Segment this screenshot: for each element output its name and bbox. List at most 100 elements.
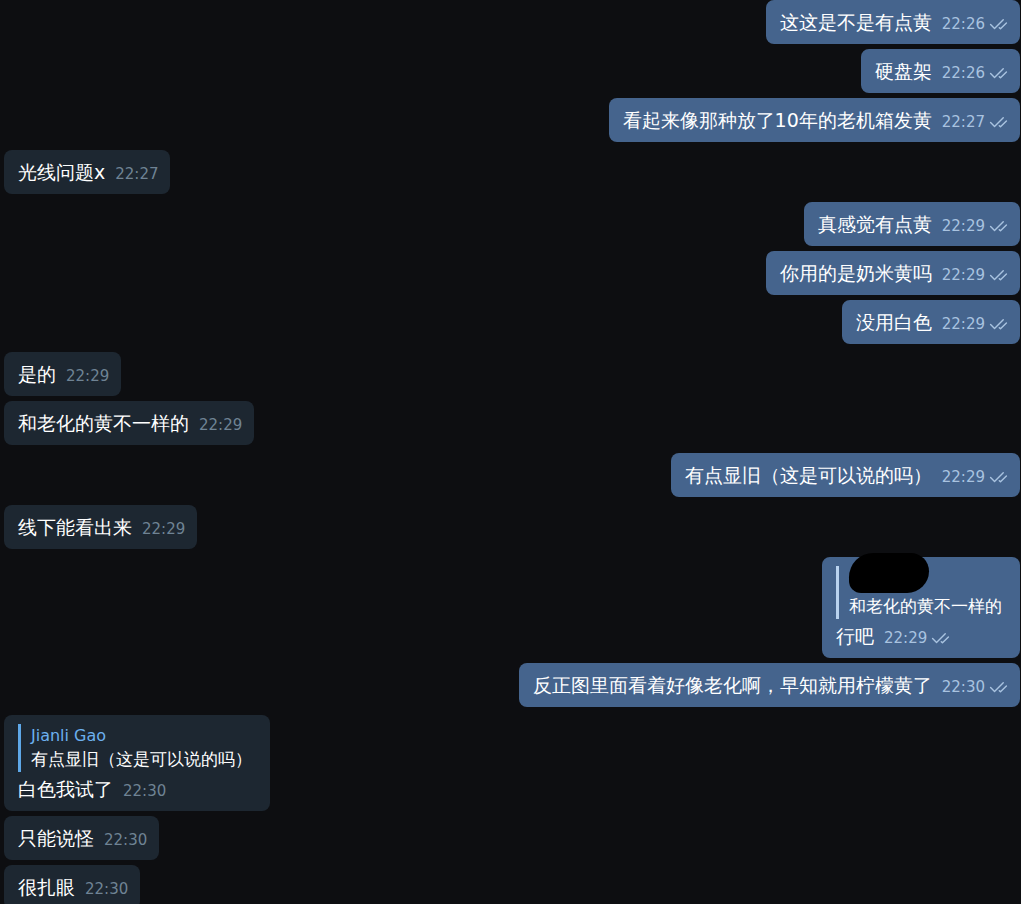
message-bubble[interactable]: 很扎眼 22:30 <box>4 865 140 904</box>
message-text: 和老化的黄不一样的 <box>18 410 189 436</box>
read-ticks-icon <box>989 217 1008 236</box>
message-time: 22:29 <box>942 467 985 487</box>
message-text: 有点显旧（这是可以说的吗） <box>685 462 932 488</box>
read-ticks-icon <box>989 15 1008 34</box>
message-meta: 22:30 <box>123 781 166 802</box>
message-bubble[interactable]: 是的 22:29 <box>4 352 121 396</box>
message-time: 22:30 <box>123 781 166 801</box>
message-line: 有点显旧（这是可以说的吗） 22:29 <box>685 462 1008 488</box>
message-line: 和老化的黄不一样的 22:29 <box>18 410 242 436</box>
message-bubble[interactable]: 看起来像那种放了10年的老机箱发黄 22:27 <box>609 98 1020 142</box>
message-meta: 22:29 <box>942 467 1008 488</box>
message-row: 你用的是奶米黄吗 22:29 <box>4 251 1020 295</box>
read-ticks-icon <box>989 64 1008 83</box>
message-line: 反正图里面看着好像老化啊，早知就用柠檬黄了 22:30 <box>533 672 1008 698</box>
message-time: 22:29 <box>942 216 985 236</box>
message-text: 是的 <box>18 361 56 387</box>
message-meta: 22:29 <box>199 415 242 436</box>
message-bubble[interactable]: 有点显旧（这是可以说的吗） 22:29 <box>671 453 1020 497</box>
message-meta: 22:27 <box>942 112 1008 133</box>
message-line: 光线问题x 22:27 <box>18 159 158 185</box>
message-line: 是的 22:29 <box>18 361 109 387</box>
message-text: 真感觉有点黄 <box>818 211 932 237</box>
reply-text: 和老化的黄不一样的 <box>849 595 1002 618</box>
message-time: 22:29 <box>884 628 927 648</box>
message-line: 你用的是奶米黄吗 22:29 <box>780 260 1008 286</box>
message-time: 22:27 <box>942 112 985 132</box>
read-ticks-icon <box>989 113 1008 132</box>
message-time: 22:29 <box>199 415 242 435</box>
message-text: 这这是不是有点黄 <box>780 9 932 35</box>
read-ticks-icon <box>989 266 1008 285</box>
message-text: 没用白色 <box>856 309 932 335</box>
message-row: 是的 22:29 <box>4 352 1020 396</box>
message-text: 光线问题x <box>18 159 105 185</box>
message-meta: 22:26 <box>942 14 1008 35</box>
message-row: 真感觉有点黄 22:29 <box>4 202 1020 246</box>
message-bubble[interactable]: 只能说怪 22:30 <box>4 816 159 860</box>
message-row: 看起来像那种放了10年的老机箱发黄 22:27 <box>4 98 1020 142</box>
message-bubble[interactable]: 你用的是奶米黄吗 22:29 <box>766 251 1020 295</box>
message-time: 22:27 <box>115 164 158 184</box>
redacted-name <box>849 553 929 593</box>
message-bubble[interactable]: 线下能看出来 22:29 <box>4 505 197 549</box>
message-bubble[interactable]: 和老化的黄不一样的 22:29 <box>4 401 254 445</box>
message-text: 看起来像那种放了10年的老机箱发黄 <box>623 107 932 133</box>
message-text: 很扎眼 <box>18 874 75 900</box>
message-time: 22:30 <box>942 677 985 697</box>
message-text: 硬盘架 <box>875 58 932 84</box>
message-row: 光线问题x 22:27 <box>4 150 1020 194</box>
message-text: 只能说怪 <box>18 825 94 851</box>
message-row: 有点显旧（这是可以说的吗） 22:29 <box>4 453 1020 497</box>
reply-quote[interactable]: Jianli Gao有点显旧（这是可以说的吗） <box>18 724 258 772</box>
message-bubble[interactable]: 没用白色 22:29 <box>842 300 1020 344</box>
message-meta: 22:29 <box>142 519 185 540</box>
message-bubble[interactable]: Jianli Gao有点显旧（这是可以说的吗） 白色我试了 22:30 <box>4 715 270 811</box>
message-row: 没用白色 22:29 <box>4 300 1020 344</box>
message-line: 看起来像那种放了10年的老机箱发黄 22:27 <box>623 107 1008 133</box>
message-bubble[interactable]: 硬盘架 22:26 <box>861 49 1020 93</box>
message-meta: 22:29 <box>66 366 109 387</box>
message-time: 22:26 <box>942 63 985 83</box>
message-row: Jianli Gao有点显旧（这是可以说的吗） 白色我试了 22:30 <box>4 715 1020 811</box>
message-meta: 22:30 <box>85 879 128 900</box>
message-bubble[interactable]: 光线问题x 22:27 <box>4 150 170 194</box>
message-time: 22:30 <box>104 830 147 850</box>
message-text: 你用的是奶米黄吗 <box>780 260 932 286</box>
message-time: 22:30 <box>85 879 128 899</box>
message-line: 只能说怪 22:30 <box>18 825 147 851</box>
message-line: 线下能看出来 22:29 <box>18 514 185 540</box>
message-text: 反正图里面看着好像老化啊，早知就用柠檬黄了 <box>533 672 932 698</box>
reply-text: 有点显旧（这是可以说的吗） <box>31 748 252 771</box>
message-line: 硬盘架 22:26 <box>875 58 1008 84</box>
reply-quote[interactable]: 和老化的黄不一样的 <box>836 566 1008 619</box>
message-time: 22:26 <box>942 14 985 34</box>
message-line: 白色我试了 22:30 <box>18 776 258 802</box>
message-text: 线下能看出来 <box>18 514 132 540</box>
message-bubble[interactable]: 真感觉有点黄 22:29 <box>804 202 1020 246</box>
message-meta: 22:29 <box>942 216 1008 237</box>
message-line: 这这是不是有点黄 22:26 <box>780 9 1008 35</box>
message-line: 很扎眼 22:30 <box>18 874 128 900</box>
message-bubble[interactable]: 这这是不是有点黄 22:26 <box>766 0 1020 44</box>
message-bubble[interactable]: 反正图里面看着好像老化啊，早知就用柠檬黄了 22:30 <box>519 663 1020 707</box>
message-row: 很扎眼 22:30 <box>4 865 1020 904</box>
message-time: 22:29 <box>942 265 985 285</box>
message-row: 和老化的黄不一样的行吧22:29 <box>4 557 1020 658</box>
read-ticks-icon <box>931 629 950 648</box>
message-line: 行吧22:29 <box>836 623 1008 649</box>
message-text: 白色我试了 <box>18 776 113 802</box>
message-row: 反正图里面看着好像老化啊，早知就用柠檬黄了 22:30 <box>4 663 1020 707</box>
message-meta: 22:29 <box>942 314 1008 335</box>
message-meta: 22:29 <box>942 265 1008 286</box>
message-row: 只能说怪 22:30 <box>4 816 1020 860</box>
message-row: 硬盘架 22:26 <box>4 49 1020 93</box>
message-meta: 22:29 <box>884 628 950 649</box>
chat-history: 这这是不是有点黄 22:26 硬盘架 22:26 看起来像那种放了10年的老机箱发黄 22… <box>0 0 1021 904</box>
message-row: 和老化的黄不一样的 22:29 <box>4 401 1020 445</box>
message-bubble[interactable]: 和老化的黄不一样的行吧22:29 <box>822 557 1020 658</box>
message-time: 22:29 <box>942 314 985 334</box>
message-meta: 22:30 <box>104 830 147 851</box>
read-ticks-icon <box>989 468 1008 487</box>
message-line: 真感觉有点黄 22:29 <box>818 211 1008 237</box>
